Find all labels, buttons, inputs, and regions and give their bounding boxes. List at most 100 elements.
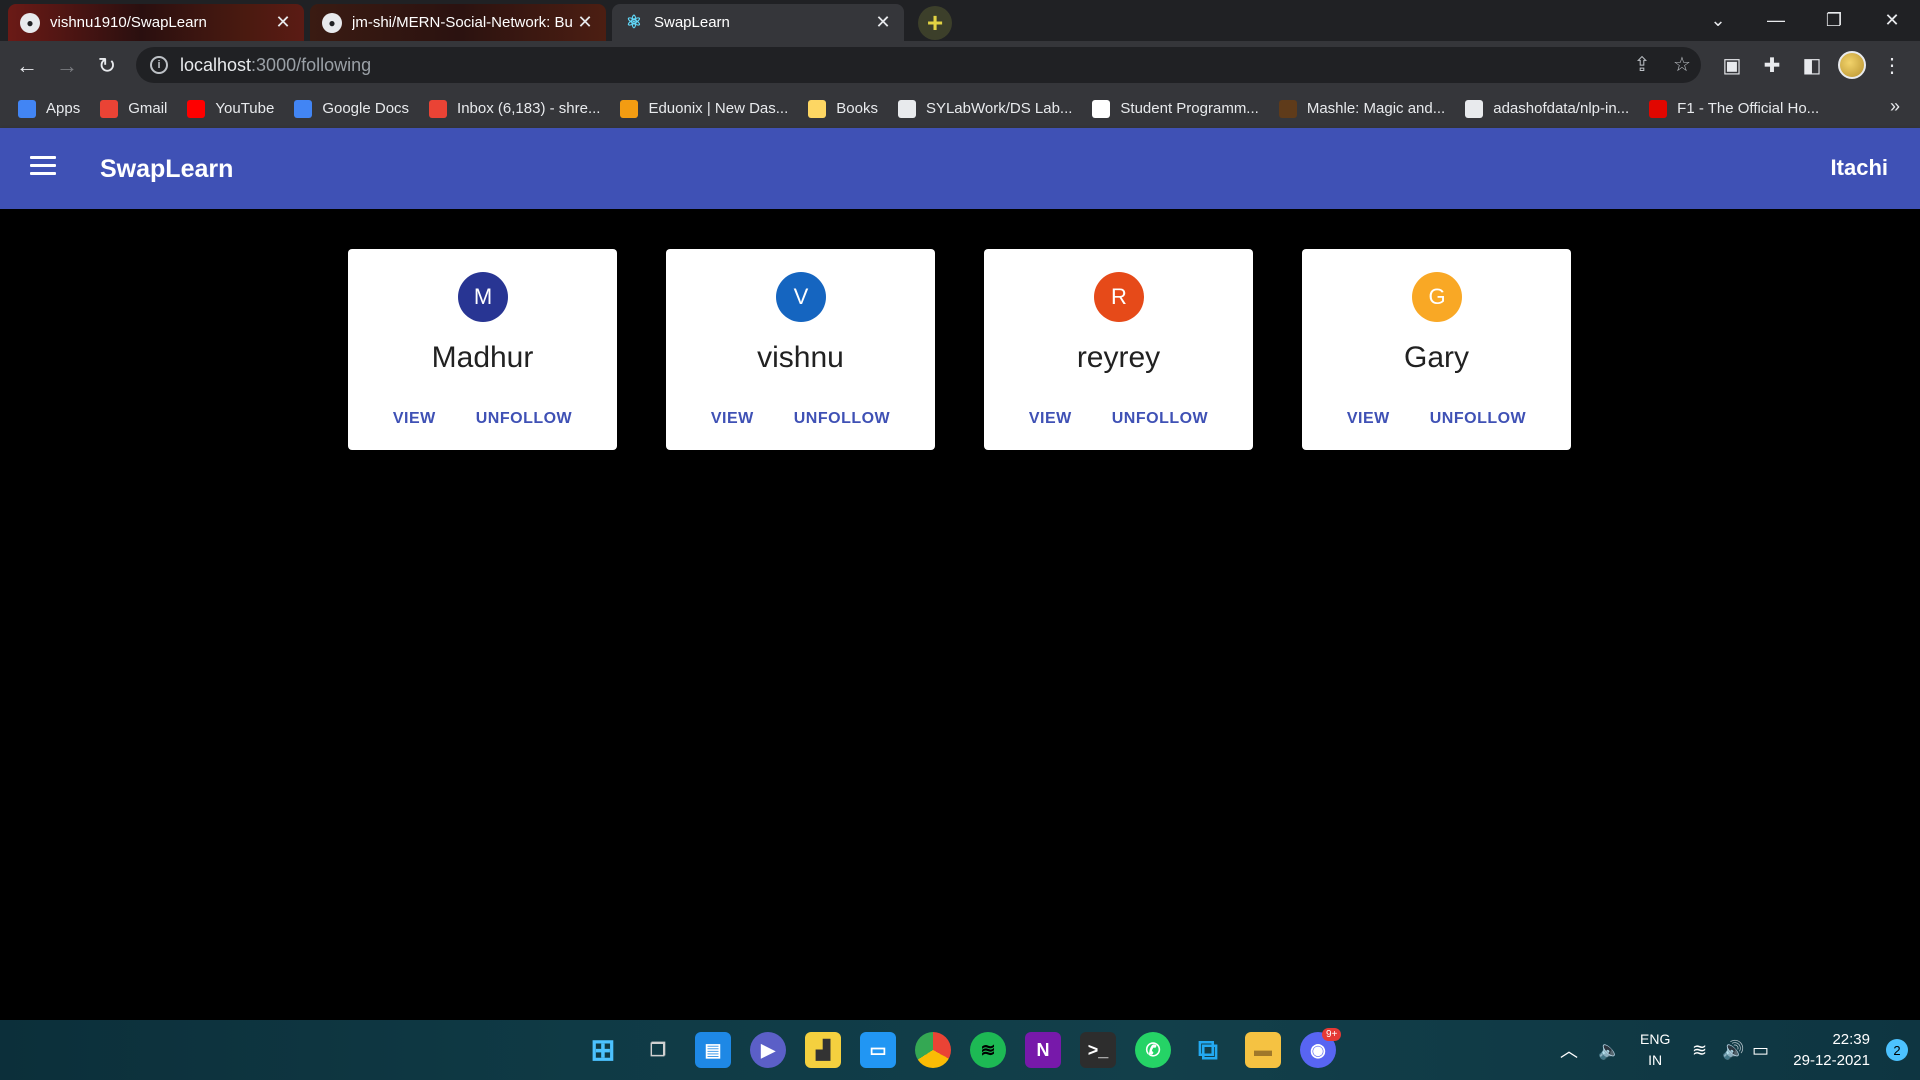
extensions-puzzle-icon[interactable]: ✚ [1758, 51, 1786, 79]
bookmark-label: Student Programm... [1120, 100, 1259, 117]
card-actions: VIEW UNFOLLOW [348, 406, 617, 432]
manga-icon [1278, 99, 1297, 118]
github-icon: ● [20, 12, 40, 33]
view-button[interactable]: VIEW [1339, 406, 1398, 432]
browser-chrome: ● vishnu1910/SwapLearn ✕ ● jm-shi/MERN-S… [0, 0, 1920, 128]
user-card: Rreyrey VIEW UNFOLLOW [984, 249, 1253, 450]
minimize-icon[interactable]: — [1756, 6, 1796, 34]
language-indicator[interactable]: ENG IN [1640, 1029, 1670, 1071]
youtube-icon [187, 99, 206, 118]
vscode-icon[interactable]: ⧉ [1190, 1032, 1226, 1068]
tab-title: vishnu1910/SwapLearn [50, 14, 207, 31]
gmail-icon [429, 99, 448, 118]
file-explorer-icon[interactable]: ▬ [1245, 1032, 1281, 1068]
card-actions: VIEW UNFOLLOW [1302, 406, 1571, 432]
github-icon: ● [322, 12, 342, 33]
side-panel-icon[interactable]: ◧ [1798, 51, 1826, 79]
f1-icon [1649, 99, 1668, 118]
tab-mern-social[interactable]: ● jm-shi/MERN-Social-Network: Bu ✕ [310, 4, 606, 41]
card-actions: VIEW UNFOLLOW [984, 406, 1253, 432]
bookmark-label: Gmail [128, 100, 168, 117]
bookmark-item[interactable]: SYLabWork/DS Lab... [897, 99, 1073, 118]
docs-icon [294, 99, 313, 118]
restore-icon[interactable]: ❐ [1814, 6, 1854, 34]
bookmark-label: Apps [46, 100, 81, 117]
extension-box-icon[interactable]: ▣ [1718, 51, 1746, 79]
view-button[interactable]: VIEW [703, 406, 762, 432]
notification-count-badge[interactable]: 2 [1886, 1039, 1908, 1061]
bookmark-item[interactable]: YouTube [187, 99, 274, 118]
forward-icon[interactable]: → [52, 51, 82, 81]
reload-icon[interactable]: ↻ [92, 51, 122, 81]
view-button[interactable]: VIEW [1021, 406, 1080, 432]
bookmark-item[interactable]: F1 - The Official Ho... [1649, 99, 1819, 118]
avatar: V [776, 272, 826, 322]
bookmark-label: Mashle: Magic and... [1306, 100, 1446, 117]
unfollow-button[interactable]: UNFOLLOW [1422, 406, 1534, 432]
speaker-icon[interactable]: 🔈 [1598, 1020, 1620, 1080]
avatar: M [458, 272, 508, 322]
remote-desktop-icon[interactable]: ▭ [860, 1032, 896, 1068]
clock-time: 22:39 [1832, 1031, 1870, 1048]
tab-search-icon[interactable]: ⌄ [1698, 6, 1738, 34]
bookmark-item[interactable]: Gmail [100, 99, 168, 118]
battery-icon[interactable]: ▭ [1752, 1020, 1769, 1080]
bookmarks-overflow-icon[interactable]: » [1890, 96, 1900, 117]
system-clock[interactable]: 22:39 29-12-2021 [1793, 1029, 1870, 1071]
close-window-icon[interactable]: ✕ [1872, 6, 1912, 34]
teams-chat-icon[interactable]: ▶ [750, 1032, 786, 1068]
hamburger-menu-icon[interactable] [30, 156, 56, 180]
back-icon[interactable]: ← [12, 51, 42, 81]
discord-badge: 9+ [1322, 1028, 1342, 1041]
profile-avatar[interactable] [1838, 51, 1866, 79]
bookmark-item[interactable]: Eduonix | New Das... [620, 99, 788, 118]
url-host: localhost [180, 54, 252, 75]
volume-icon[interactable]: 🔊 [1722, 1020, 1744, 1080]
close-tab-icon[interactable]: ✕ [576, 12, 594, 33]
unfollow-button[interactable]: UNFOLLOW [468, 406, 580, 432]
bookmark-item[interactable]: Student Programm... [1092, 99, 1259, 118]
task-view-icon[interactable]: ❐ [640, 1032, 676, 1068]
whatsapp-icon[interactable]: ✆ [1135, 1032, 1171, 1068]
bookmark-item[interactable]: Books [808, 99, 878, 118]
tab-swaplearn-repo[interactable]: ● vishnu1910/SwapLearn ✕ [8, 4, 304, 41]
close-tab-icon[interactable]: ✕ [874, 12, 892, 33]
terminal-icon[interactable]: >_ [1080, 1032, 1116, 1068]
bookmark-item[interactable]: Inbox (6,183) - shre... [429, 99, 601, 118]
tray-chevron-icon[interactable]: ︿ [1560, 1020, 1578, 1080]
sticky-notes-icon[interactable]: ▟ [805, 1032, 841, 1068]
url-path: :3000/following [251, 54, 372, 75]
spotify-icon[interactable]: ≋ [970, 1032, 1006, 1068]
user-name: vishnu [757, 341, 844, 374]
app-brand[interactable]: SwapLearn [100, 155, 233, 184]
unfollow-button[interactable]: UNFOLLOW [786, 406, 898, 432]
bookmark-item[interactable]: Apps [18, 99, 81, 118]
unfollow-button[interactable]: UNFOLLOW [1104, 406, 1216, 432]
folder-icon [808, 99, 827, 118]
user-card: Vvishnu VIEW UNFOLLOW [666, 249, 935, 450]
gmail-icon [100, 99, 119, 118]
bookmark-label: Inbox (6,183) - shre... [457, 100, 601, 117]
user-card: G Gary VIEW UNFOLLOW [1302, 249, 1571, 450]
view-button[interactable]: VIEW [385, 406, 444, 432]
avatar: G [1412, 272, 1462, 322]
bookmark-item[interactable]: Google Docs [294, 99, 410, 118]
new-tab-button[interactable]: + [918, 6, 952, 40]
widgets-icon[interactable]: ▤ [695, 1032, 731, 1068]
current-user-name[interactable]: Itachi [1831, 155, 1888, 181]
bookmark-item[interactable]: adashofdata/nlp-in... [1465, 99, 1629, 118]
windows-start-icon[interactable]: ⊞ [585, 1032, 621, 1068]
more-menu-icon[interactable]: ⋮ [1878, 51, 1906, 79]
bookmark-item[interactable]: Mashle: Magic and... [1278, 99, 1446, 118]
chrome-icon[interactable] [915, 1032, 951, 1068]
onenote-icon[interactable]: N [1025, 1032, 1061, 1068]
bookmark-label: Google Docs [322, 100, 410, 117]
tab-swaplearn-active[interactable]: ⚛ SwapLearn ✕ [612, 4, 904, 41]
address-bar[interactable]: i localhost:3000/following [136, 47, 1701, 83]
bookmark-star-icon[interactable]: ☆ [1668, 50, 1696, 78]
wifi-icon[interactable]: ≋ [1692, 1020, 1707, 1080]
site-info-icon[interactable]: i [150, 56, 168, 74]
bookmark-label: SYLabWork/DS Lab... [925, 100, 1073, 117]
share-icon[interactable]: ⇪ [1628, 50, 1656, 78]
close-tab-icon[interactable]: ✕ [274, 12, 292, 33]
